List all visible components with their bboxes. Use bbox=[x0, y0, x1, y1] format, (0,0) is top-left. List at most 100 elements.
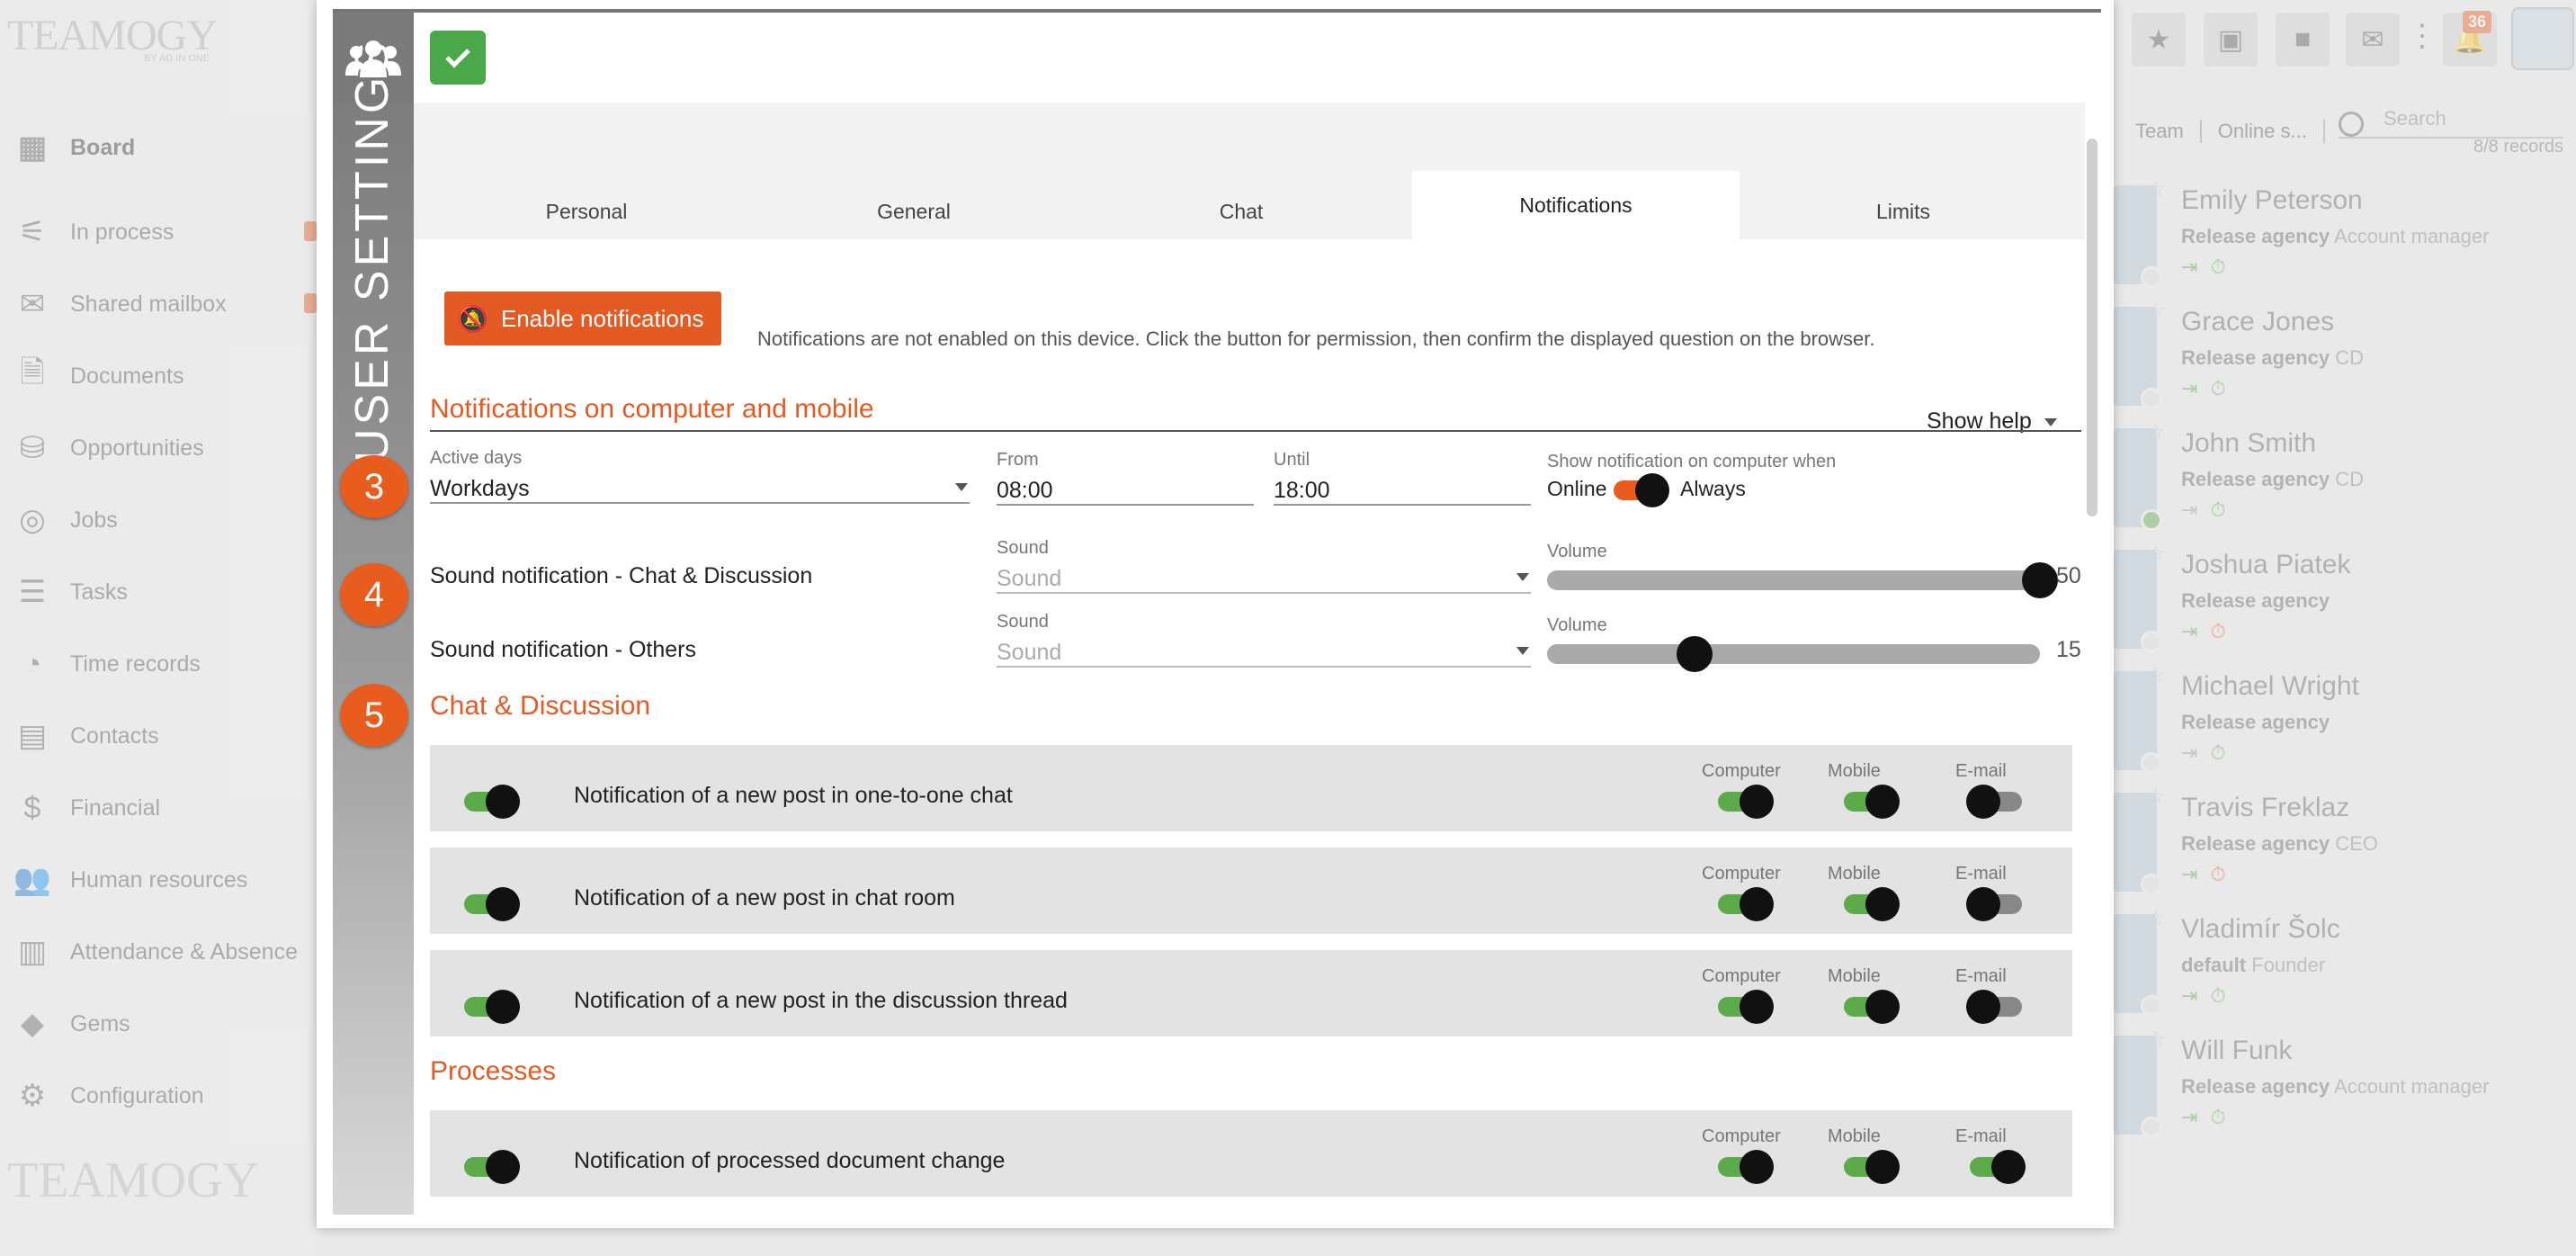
breadcrumb-team[interactable]: Team bbox=[2119, 120, 2202, 143]
tab-chat[interactable]: Chat bbox=[1078, 184, 1405, 239]
volume-slider[interactable] bbox=[1547, 636, 2040, 672]
row-enable-toggle[interactable] bbox=[464, 785, 520, 819]
chevron-down-icon bbox=[2044, 417, 2057, 426]
sidebar-item-configuration[interactable]: ⚙ Configuration bbox=[0, 1069, 315, 1123]
mobile-toggle[interactable] bbox=[1844, 887, 1900, 921]
email-toggle[interactable] bbox=[1966, 887, 2022, 921]
chevron-down-icon bbox=[1516, 647, 1529, 655]
until-time-input[interactable]: 18:00 bbox=[1274, 471, 1531, 506]
star-icon[interactable]: ☆ bbox=[2146, 784, 2166, 810]
computer-toggle[interactable] bbox=[1718, 887, 1774, 921]
sidebar-item-attendance-absence[interactable]: ▥ Attendance & Absence bbox=[0, 925, 315, 979]
tab-notifications[interactable]: Notifications bbox=[1412, 171, 1740, 239]
email-toggle[interactable] bbox=[1966, 990, 2022, 1024]
email-column-label: E-mail bbox=[1955, 761, 2007, 781]
from-time-input[interactable]: 08:00 bbox=[997, 471, 1254, 506]
contact-item[interactable]: ☆ Travis Freklaz Release agency CEO ⇥ ⏱ bbox=[2114, 784, 2576, 904]
section-divider bbox=[430, 430, 2081, 432]
video-icon[interactable]: ■ bbox=[2276, 13, 2330, 67]
login-icon: ⇥ bbox=[2181, 620, 2198, 642]
inbox-icon[interactable]: ▣ bbox=[2204, 13, 2258, 67]
email-toggle[interactable] bbox=[1966, 785, 2022, 819]
timer-icon: ⏱ bbox=[2210, 984, 2226, 1007]
sidebar-item-in-process[interactable]: ⚟ In process bbox=[0, 205, 315, 259]
sidebar-item-label: Tasks bbox=[70, 579, 128, 605]
login-icon: ⇥ bbox=[2181, 498, 2198, 521]
sidebar-item-financial[interactable]: $ Financial bbox=[0, 781, 315, 835]
sidebar-item-documents[interactable]: 🗎 Documents bbox=[0, 349, 315, 403]
active-days-select[interactable]: Workdays bbox=[430, 470, 970, 504]
sidebar-item-tasks[interactable]: ☰ Tasks bbox=[0, 565, 315, 619]
sidebar-item-time-records[interactable]: ◔ Time records bbox=[0, 637, 315, 691]
search-input[interactable]: Search bbox=[2339, 101, 2563, 139]
more-icon[interactable]: ⋮ bbox=[2407, 18, 2437, 54]
sound-select[interactable]: Sound bbox=[997, 560, 1531, 594]
until-label: Until bbox=[1274, 450, 1310, 470]
notification-row: Notification of a new post in the discus… bbox=[430, 950, 2072, 1036]
star-icon[interactable]: ☆ bbox=[2146, 1027, 2166, 1053]
sidebar-item-human-resources[interactable]: 👥 Human resources bbox=[0, 853, 315, 907]
volume-slider[interactable] bbox=[1547, 562, 2058, 598]
computer-toggle[interactable] bbox=[1718, 785, 1774, 819]
section-title-processes: Processes bbox=[430, 1056, 557, 1086]
presence-indicator bbox=[2141, 509, 2162, 531]
sidebar-item-jobs[interactable]: ◎ Jobs bbox=[0, 493, 315, 547]
star-icon[interactable]: ☆ bbox=[2146, 419, 2166, 445]
star-icon[interactable]: ☆ bbox=[2146, 905, 2166, 931]
contact-name: Grace Jones bbox=[2181, 307, 2335, 336]
section-title-computer-mobile: Notifications on computer and mobile bbox=[430, 394, 874, 424]
slider-handle[interactable] bbox=[1677, 636, 1713, 672]
contact-item[interactable]: ☆ John Smith Release agency CD ⇥ ⏱ bbox=[2114, 419, 2576, 540]
tab-limits[interactable]: Limits bbox=[1740, 184, 2067, 239]
slider-handle[interactable] bbox=[2022, 562, 2058, 598]
mobile-column-label: Mobile bbox=[1828, 1126, 1881, 1146]
sidebar-item-board[interactable]: ▦ Board bbox=[0, 121, 315, 175]
contact-item[interactable]: ☆ Michael Wright Release agency ⇥ ⏱ bbox=[2114, 662, 2576, 783]
mobile-toggle[interactable] bbox=[1844, 990, 1900, 1024]
star-icon[interactable]: ☆ bbox=[2146, 298, 2166, 324]
row-enable-toggle[interactable] bbox=[464, 990, 520, 1024]
computer-toggle[interactable] bbox=[1718, 1150, 1774, 1184]
enable-notifications-button[interactable]: 🔕 Enable notifications bbox=[444, 292, 721, 345]
contact-item[interactable]: ☆ Grace Jones Release agency CD ⇥ ⏱ bbox=[2114, 298, 2576, 418]
chat-icon[interactable]: ✉ bbox=[2346, 13, 2400, 67]
sound-select[interactable]: Sound bbox=[997, 633, 1531, 668]
mobile-toggle[interactable] bbox=[1844, 785, 1900, 819]
row-enable-toggle[interactable] bbox=[464, 1150, 520, 1184]
star-icon[interactable]: ★ bbox=[2132, 13, 2186, 67]
contact-item[interactable]: ☆ Emily Peterson Release agency Account ma… bbox=[2114, 176, 2576, 297]
tab-general[interactable]: General bbox=[750, 184, 1078, 239]
contact-status-icons: ⇥ ⏱ bbox=[2181, 1106, 2226, 1129]
sidebar-item-contacts[interactable]: ▤ Contacts bbox=[0, 709, 315, 763]
mobile-toggle[interactable] bbox=[1844, 1150, 1900, 1184]
user-avatar[interactable] bbox=[2511, 7, 2574, 70]
contact-item[interactable]: ☆ Will Funk Release agency Account manager… bbox=[2114, 1027, 2576, 1147]
star-icon[interactable]: ☆ bbox=[2146, 176, 2166, 202]
star-icon[interactable]: ☆ bbox=[2146, 541, 2166, 567]
contact-name: Travis Freklaz bbox=[2181, 793, 2350, 822]
computer-toggle[interactable] bbox=[1718, 990, 1774, 1024]
sidebar-item-gems[interactable]: ◆ Gems bbox=[0, 997, 315, 1051]
dialog-header bbox=[414, 13, 2101, 103]
row-enable-toggle[interactable] bbox=[464, 887, 520, 921]
sidebar-item-opportunities[interactable]: ⛁ Opportunities bbox=[0, 421, 315, 475]
sidebar-item-shared-mailbox[interactable]: ✉ Shared mailbox bbox=[0, 277, 315, 331]
contact-company-role: Release agency bbox=[2181, 589, 2330, 612]
email-toggle[interactable] bbox=[1970, 1150, 2026, 1184]
scrollbar[interactable] bbox=[2087, 139, 2097, 516]
contact-item[interactable]: ☆ Joshua Piatek Release agency ⇥ ⏱ bbox=[2114, 541, 2576, 661]
app-logo: TEAMOGY BY AD IN ONE bbox=[7, 12, 218, 64]
show-when-toggle[interactable] bbox=[1614, 473, 1669, 507]
contact-status-icons: ⇥ ⏱ bbox=[2181, 377, 2226, 400]
records-count: 8/8 records bbox=[2473, 137, 2564, 157]
email-column-label: E-mail bbox=[1955, 864, 2007, 884]
presence-indicator bbox=[2141, 995, 2162, 1017]
contact-item[interactable]: ☆ Vladimír Šolc default Founder ⇥ ⏱ bbox=[2114, 905, 2576, 1026]
jobs-icon: ◎ bbox=[19, 503, 46, 537]
confirm-button[interactable] bbox=[430, 31, 486, 85]
breadcrumb-online[interactable]: Online s... bbox=[2202, 120, 2325, 143]
star-icon[interactable]: ☆ bbox=[2146, 662, 2166, 688]
tab-personal[interactable]: Personal bbox=[423, 184, 750, 239]
tasks-icon: ☰ bbox=[18, 575, 47, 609]
notification-row-label: Notification of a new post in one-to-one… bbox=[574, 783, 1013, 808]
